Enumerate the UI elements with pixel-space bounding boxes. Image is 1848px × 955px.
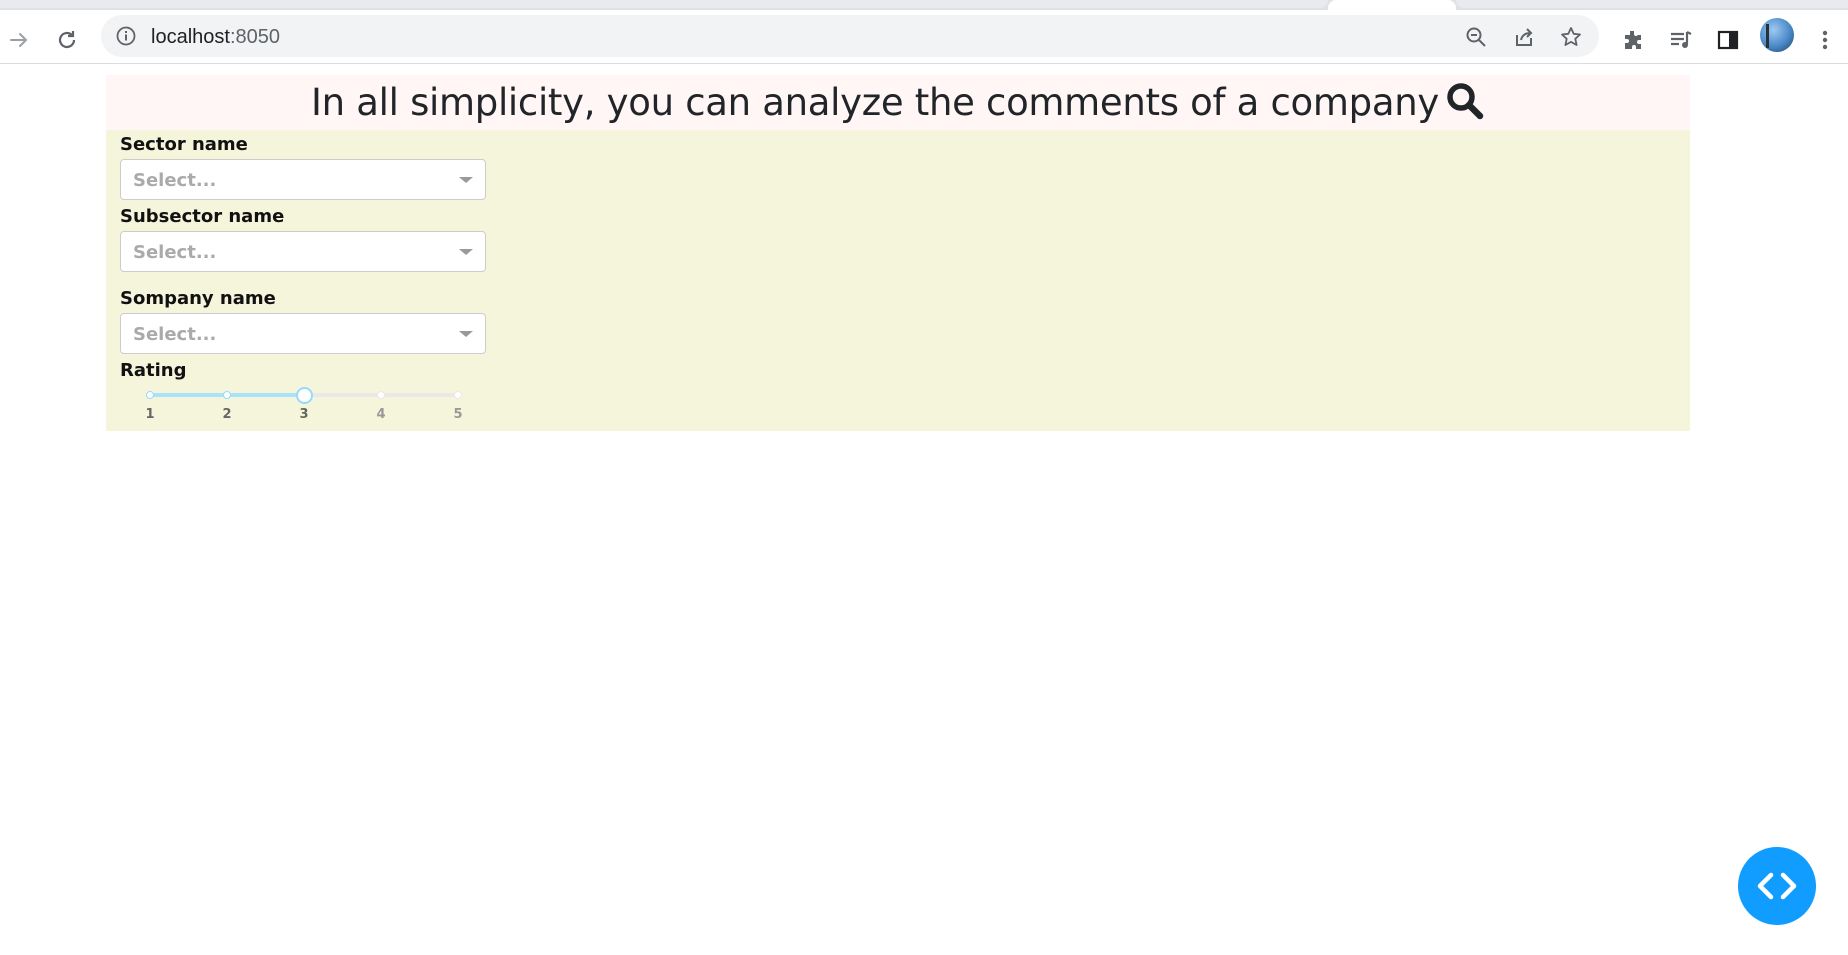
zoom-out-icon[interactable] [1464, 25, 1488, 49]
rating-label: Rating [120, 360, 187, 381]
browser-toolbar: localhost:8050 [0, 10, 1848, 64]
slider-mark-label[interactable]: 4 [371, 407, 391, 422]
page-header: In all simplicity, you can analyze the c… [106, 75, 1690, 130]
subsector-dropdown[interactable]: Select... [120, 231, 486, 272]
sector-placeholder: Select... [133, 170, 217, 191]
slider-mark-label[interactable]: 1 [140, 407, 160, 422]
company-placeholder: Select... [133, 324, 217, 345]
company-dropdown[interactable]: Select... [120, 313, 486, 354]
dev-tools-button[interactable] [1738, 847, 1816, 925]
slider-mark-label[interactable]: 3 [294, 407, 314, 422]
code-brackets-icon [1757, 872, 1797, 900]
tab-strip [0, 0, 1848, 10]
menu-icon[interactable] [1810, 25, 1840, 55]
subsector-label: Subsector name [120, 206, 285, 227]
sector-dropdown[interactable]: Select... [120, 159, 486, 200]
search-icon [1445, 81, 1485, 136]
page-title: In all simplicity, you can analyze the c… [106, 75, 1690, 136]
rating-slider[interactable]: 12345 [145, 387, 463, 429]
page-title-text: In all simplicity, you can analyze the c… [311, 81, 1439, 124]
tab-inactive-left[interactable] [0, 0, 1328, 8]
reload-icon[interactable] [52, 25, 82, 55]
extensions-icon[interactable] [1618, 25, 1648, 55]
slider-mark-label[interactable]: 2 [217, 407, 237, 422]
tab-inactive-right[interactable] [1456, 0, 1848, 8]
subsector-placeholder: Select... [133, 242, 217, 263]
chevron-down-icon[interactable] [459, 331, 473, 337]
address-bar[interactable]: localhost:8050 [101, 15, 1599, 57]
slider-step-dot[interactable] [377, 391, 385, 399]
slider-step-dot[interactable] [223, 391, 231, 399]
media-icon[interactable] [1666, 25, 1696, 55]
sector-label: Sector name [120, 134, 248, 155]
share-icon[interactable] [1512, 25, 1536, 49]
chevron-down-icon[interactable] [459, 177, 473, 183]
info-icon[interactable] [115, 25, 137, 51]
slider-handle[interactable] [296, 387, 313, 404]
avatar[interactable] [1760, 18, 1794, 52]
chevron-down-icon[interactable] [459, 249, 473, 255]
back-arrow-icon[interactable] [4, 25, 34, 55]
slider-step-dot[interactable] [454, 391, 462, 399]
side-panel-icon[interactable] [1713, 25, 1743, 55]
company-label: Sompany name [120, 288, 276, 309]
url-text[interactable]: localhost:8050 [151, 26, 280, 49]
filters-panel: Sector name Select... Subsector name Sel… [106, 130, 1690, 431]
slider-step-dot[interactable] [146, 391, 154, 399]
star-icon[interactable] [1559, 25, 1583, 49]
tab-active[interactable] [1328, 0, 1456, 10]
slider-mark-label[interactable]: 5 [448, 407, 468, 422]
